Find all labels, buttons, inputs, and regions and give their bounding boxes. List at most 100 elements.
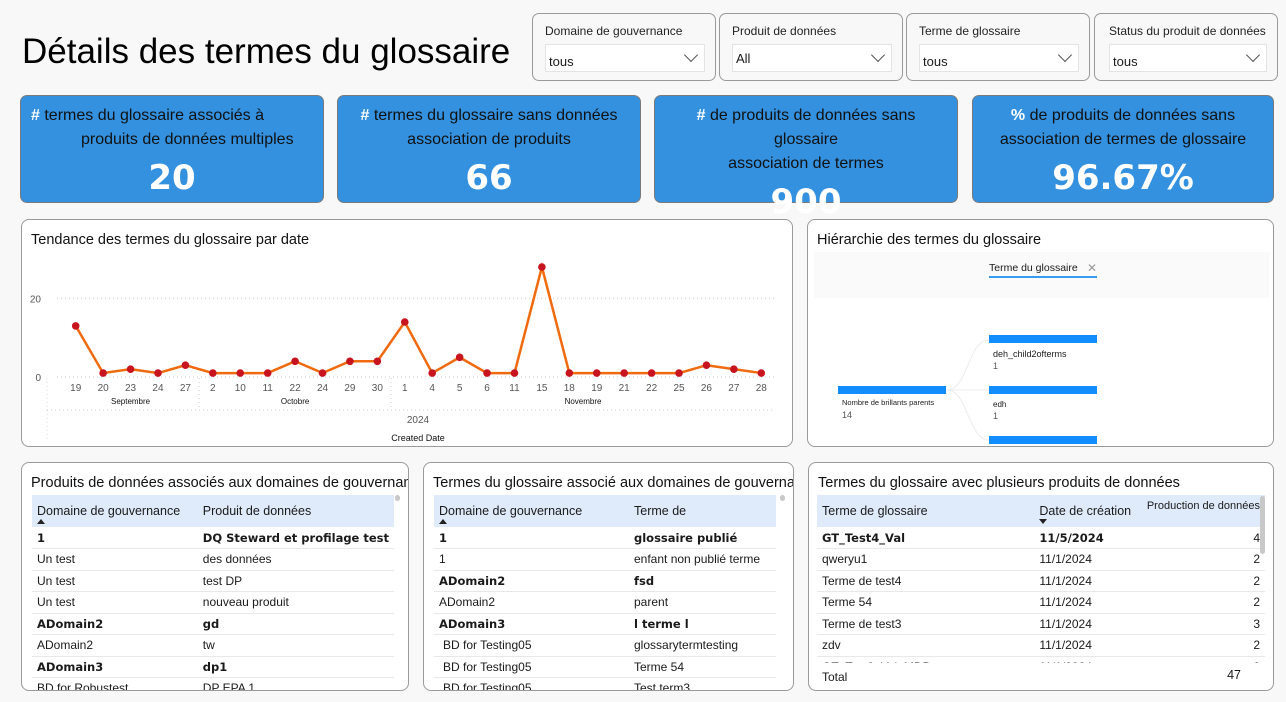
kpi-title: # termes du glossaire sans données assoc…	[360, 107, 618, 148]
table-cell: 1	[32, 527, 198, 549]
table-cell: 3	[1141, 613, 1265, 635]
data-point	[428, 369, 437, 377]
trend-line-chart: 0 20 19 20 23 24 27 2 10 11 22 24 29 30 1 4 5 6 11 15 18 19 21…	[30, 262, 775, 443]
governance-domain-dropdown[interactable]: tous	[545, 44, 705, 72]
table-cell: ADomain3	[434, 613, 629, 635]
table-row[interactable]: ADomain3 dp1	[32, 656, 394, 678]
column-header-glossary-term[interactable]: Terme de glossaire	[817, 495, 1035, 527]
x-tick-label: 24	[152, 383, 164, 394]
kpi-card-products-without-terms: # de produits de données sans glossaire …	[654, 95, 958, 222]
filter-data-product-status: Status du produit de données tous	[1094, 13, 1278, 81]
y-tick-label: 0	[35, 373, 41, 384]
data-product-dropdown[interactable]: All	[732, 44, 892, 72]
data-point	[565, 369, 574, 377]
column-header-data-product[interactable]: Produit de données	[197, 495, 394, 527]
table-cell: BD for Testing05	[434, 634, 629, 657]
table-cell: l terme l	[629, 613, 776, 635]
kpi-value: 900	[770, 182, 842, 222]
table-row[interactable]: 1 enfant non publié terme	[434, 548, 776, 571]
y-tick-label: 20	[30, 294, 42, 305]
child-node-value: 1	[993, 361, 999, 371]
column-header-term[interactable]: Terme de	[629, 495, 776, 527]
data-point	[154, 369, 162, 377]
child-node-bar[interactable]	[989, 335, 1097, 343]
table-cell: Un test	[32, 591, 198, 614]
glossary-terms-table-wrapper: Domaine de gouvernance Terme de 1 glossai…	[434, 495, 776, 690]
table-cell: 11/1/2024	[1034, 634, 1142, 657]
data-point	[263, 369, 272, 377]
scrollbar[interactable]	[1260, 496, 1265, 554]
table-row[interactable]: zdv 11/1/2024 2	[817, 634, 1265, 657]
child-node-bar[interactable]	[989, 386, 1097, 394]
table-cell: BD for Testing05	[434, 677, 629, 690]
x-tick-label: 19	[591, 383, 603, 394]
kpi-card-terms-multiple-products: # termes du glossaire associés à produit…	[20, 95, 324, 203]
data-point	[126, 365, 135, 373]
x-tick-label: 23	[125, 383, 137, 394]
table-cell: Terme de test3	[817, 613, 1035, 635]
table-cell: ADomain2	[32, 613, 198, 635]
table-cell: gd	[197, 613, 394, 635]
column-header-governance-domain[interactable]: Domaine de gouvernance	[32, 495, 198, 527]
table-row[interactable]: 1 glossaire publié	[434, 527, 776, 549]
glossary-term-dropdown[interactable]: tous	[919, 44, 1079, 72]
filter-label: Status du produit de données	[1109, 24, 1266, 38]
filter-label: Domaine de gouvernance	[545, 24, 683, 38]
table-cell: 2	[1141, 570, 1265, 592]
table-row[interactable]: BD for Testing05 glossarytermtesting	[434, 634, 776, 657]
table-row[interactable]: ADomain3 l terme l	[434, 613, 776, 635]
table-cell: ADomain3	[32, 656, 198, 678]
table-row[interactable]: BD for Testing05 Test term3	[434, 677, 776, 690]
table-row[interactable]: Terme de test4 11/1/2024 2	[817, 570, 1265, 592]
x-tick-label: 6	[484, 383, 490, 394]
sort-ascending-icon	[439, 519, 447, 524]
data-point	[647, 369, 656, 377]
table-cell: Terme 54	[817, 591, 1035, 614]
table-row[interactable]: GT_Test4_Val 11/5/2024 4	[817, 527, 1265, 549]
x-tick-label: 2	[210, 383, 216, 394]
x-tick-label: 28	[756, 383, 768, 394]
filter-label: Produit de données	[732, 24, 837, 38]
table-cell: Test term3	[629, 677, 776, 690]
table-cell: parent	[629, 591, 776, 614]
table-cell: test DP	[197, 570, 394, 592]
table-row[interactable]: ADomain2 fsd	[434, 570, 776, 592]
column-header-governance-domain[interactable]: Domaine de gouvernance	[434, 495, 629, 527]
chevron-down-icon	[870, 47, 886, 63]
scrollbar[interactable]	[395, 495, 400, 501]
kpi-title: % de produits de données sans associatio…	[999, 107, 1247, 148]
x-tick-label: 20	[98, 383, 110, 394]
table-cell: zdv	[817, 634, 1035, 657]
table-row[interactable]: Un test test DP	[32, 570, 394, 592]
child-node-bar[interactable]	[989, 436, 1097, 444]
table-cell: 11/1/2024	[1034, 591, 1142, 614]
table-row[interactable]: ADomain2 gd	[32, 613, 394, 635]
table-row[interactable]: Terme de test3 11/1/2024 3	[817, 613, 1265, 635]
column-header-data-products[interactable]: Production de données	[1141, 495, 1265, 527]
root-node-bar[interactable]	[838, 386, 946, 394]
table-cell: 2	[1141, 591, 1265, 614]
table-cell: GT_Test4_Val	[817, 527, 1035, 549]
dropdown-value: tous	[549, 54, 574, 69]
table-row[interactable]: BD for Robustest DP EPA 1	[32, 677, 394, 690]
page-title: Détails des termes du glossaire	[22, 32, 511, 71]
table-cell: ADomain2	[434, 591, 629, 614]
terms-multiple-products-table: Terme de glossaire Date de création Prod…	[817, 495, 1265, 678]
table-cell: Un test	[32, 570, 198, 592]
data-point	[620, 369, 628, 377]
column-header-creation-date[interactable]: Date de création	[1034, 495, 1142, 527]
terms-multiple-products-table-wrapper: Terme de glossaire Date de création Prod…	[817, 495, 1265, 678]
table-row[interactable]: BD for Testing05 Terme 54	[434, 656, 776, 678]
kpi-value: 66	[465, 158, 513, 198]
table-row[interactable]: Un test nouveau produit	[32, 591, 394, 614]
table-cell: dp1	[197, 656, 394, 678]
table-row[interactable]: 1 DQ Steward et profilage test	[32, 527, 394, 549]
table-row[interactable]: ADomain2 parent	[434, 591, 776, 614]
table-row[interactable]: ADomain2 tw	[32, 634, 394, 657]
table-row[interactable]: Un test des données	[32, 548, 394, 571]
dropdown-value: tous	[923, 54, 948, 69]
data-product-status-dropdown[interactable]: tous	[1109, 44, 1267, 72]
scrollbar[interactable]	[780, 495, 785, 501]
table-row[interactable]: qweryu1 11/1/2024 2	[817, 548, 1265, 571]
table-row[interactable]: Terme 54 11/1/2024 2	[817, 591, 1265, 614]
